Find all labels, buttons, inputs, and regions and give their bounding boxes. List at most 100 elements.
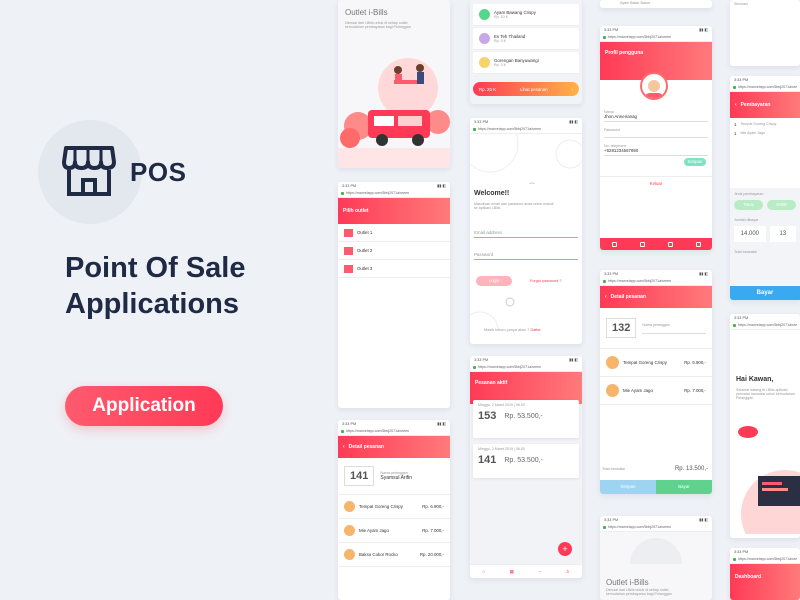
store-icon (62, 146, 116, 196)
outlet-item-2[interactable]: Outlet 2 (338, 242, 450, 260)
order-item: Mie Ayam Jago Rp. 7.000,- (338, 519, 450, 543)
menu-item[interactable]: Es Teh Thailand Rp. 5 K (473, 28, 579, 50)
lock-icon (473, 127, 476, 131)
profile-icon[interactable] (695, 241, 701, 247)
order-item: Mie Ayam Jago Rp. 7.000,- (600, 377, 712, 405)
password-field[interactable]: Password (474, 252, 578, 260)
lock-icon (603, 35, 606, 39)
avatar[interactable] (640, 72, 668, 100)
login-title: Welcome!! (474, 190, 510, 197)
outlet-title: Outlet i-Bills (345, 8, 388, 17)
calendar-icon[interactable]: ▦ (510, 569, 514, 575)
lock-icon (341, 191, 344, 195)
method-debit-button[interactable]: Debit (767, 200, 796, 210)
outlet-screen: Outlet i-Bills Dimulai dari i-Bills untu… (338, 0, 450, 168)
menu-item[interactable]: Ayam Bawang Crispy Rp. 10 K (473, 4, 579, 26)
top-fragment: Ayam Bakar Bakar (600, 0, 712, 8)
add-order-fab[interactable]: + (558, 542, 572, 556)
detail-pesanan-left-screen: 3:33 PM ▮▮ ◧ https://marvelapp.com/5bbj20… (338, 420, 450, 600)
action-bar: Simpan Bayar (600, 480, 712, 494)
lock-icon (473, 365, 476, 369)
order-card[interactable]: Minggu, 2 Maret 2019 | 06.00 141 Rp. 53.5… (473, 444, 579, 478)
outlet-title: Outlet i-Bills (606, 578, 649, 587)
lock-icon (341, 429, 344, 433)
history-icon[interactable]: ◔ (538, 569, 541, 574)
forgot-password-link[interactable]: Forgot password ? (530, 279, 561, 283)
profil-screen: 3:33 PM ▮▮ ◧ https://marvelapp.com/5bbj20… (600, 26, 712, 250)
brand-label: POS (130, 157, 187, 187)
top-fragment-right: Simulasi (730, 0, 800, 66)
profile-icon[interactable]: ♙ (566, 569, 570, 575)
cart-bar[interactable]: Rp. 25 K Lihat pesanan › (473, 82, 579, 96)
pilih-outlet-header: Pilih outlet (338, 198, 450, 224)
history-icon[interactable] (667, 241, 673, 247)
register-link[interactable]: Daftar (530, 328, 540, 332)
home-icon[interactable]: ⌂ (482, 569, 485, 574)
login-button[interactable]: Login (476, 276, 512, 286)
order-number: 132 (606, 318, 637, 338)
lock-icon (733, 323, 736, 327)
dashboard-screen: 3:33 PM https://marvelapp.com/5bbj2071a/… (730, 548, 800, 600)
status-time: 3:33 PM (342, 183, 357, 188)
store-icon (344, 228, 353, 237)
column-1: Outlet i-Bills Dimulai dari i-Bills untu… (338, 0, 452, 600)
save-button[interactable]: Simpan (684, 158, 706, 166)
name-field[interactable]: Jhon Annerianag (604, 114, 708, 122)
stage: POS Point Of Sale Applications Applicati… (0, 0, 800, 600)
outlet-item-1[interactable]: Outlet 1 (338, 224, 450, 242)
method-cash-button[interactable]: Tunai (734, 200, 763, 210)
back-arrow-icon[interactable]: ‹ (343, 444, 345, 450)
pay-button[interactable]: Bayar (656, 480, 712, 494)
customer-name: Syamsul Arifin (380, 475, 413, 481)
cloud-laptop-illustration (738, 426, 800, 534)
pembayaran-screen: 3:33 PM https://marvelapp.com/5bbj2071a/… (730, 76, 800, 300)
detail-pesanan-right-screen: 3:33 PM ▮▮ ◧ https://marvelapp.com/5bbj20… (600, 270, 712, 494)
bottom-tabbar (600, 238, 712, 250)
hai-text: Selamat datang di i-Bills aplikasi penca… (736, 388, 795, 400)
email-field[interactable]: Email address (474, 230, 578, 238)
outlet-bottom-screen: 3:33 PM ▮▮ ◧ https://marvelapp.com/5bbj20… (600, 516, 712, 600)
order-item: Tempat Goreng Crispy Rp. 6.900,- (600, 349, 712, 377)
register-prompt: Masih belum punya akun ? Daftar (484, 328, 541, 332)
column-4: Simulasi 3:33 PM https://marvelapp.com/5… (730, 0, 800, 600)
decor-circles (630, 538, 682, 564)
store-icon (344, 246, 353, 255)
application-tag-button[interactable]: Application (65, 386, 223, 426)
payment-panel: Jenis pembayaran Tunai Debit Jumlah diba… (730, 188, 800, 300)
column-3: Ayam Bakar Bakar 3:33 PM ▮▮ ◧ https://mar… (600, 0, 714, 600)
url-text: https://marvelapp.com/5bbj2071a/sreen (346, 191, 410, 195)
back-arrow-icon[interactable]: ‹ (605, 294, 607, 300)
column-2: Ayam Bawang Crispy Rp. 10 K Es Teh Thaila… (470, 0, 584, 600)
calendar-icon[interactable] (639, 241, 645, 247)
menu-item[interactable]: Gorengan Banyuwangi Rp. 3 K (473, 52, 579, 74)
food-truck-illustration (338, 58, 450, 168)
lock-icon (733, 85, 736, 89)
hai-title: Hai Kawan, (736, 376, 774, 383)
lock-icon (603, 279, 606, 283)
headline: Point Of Sale Applications (65, 252, 246, 320)
order-summary: 132 Nama pelanggan (600, 308, 712, 349)
menu-list-screen: Ayam Bawang Crispy Rp. 10 K Es Teh Thaila… (470, 0, 582, 104)
logout-button[interactable]: Keluar (600, 176, 712, 186)
password-field[interactable] (604, 132, 708, 138)
outlet-subtitle: Dimulai dari i-Bills untuk di setiap out… (606, 588, 672, 596)
save-button[interactable]: Simpan (600, 480, 656, 494)
amount-option[interactable]: 13 (769, 226, 796, 242)
order-item: Bakso Cokor Rocko Rp. 20.000,- (338, 543, 450, 567)
dashboard-header: Dashboard (730, 564, 800, 600)
pilih-outlet-screen: 3:33 PM ▮▮ ◧ https://marvelapp.com/5bbj20… (338, 182, 450, 408)
lock-icon (733, 557, 736, 561)
order-summary: 141 Nama pelanggan Syamsul Arifin (338, 458, 450, 495)
pay-button[interactable]: Bayar (730, 286, 800, 300)
outlet-subtitle: Dimulai dari i-Bills untuk di setiap out… (345, 21, 411, 29)
hai-kawan-screen: 3:33 PM https://marvelapp.com/5bbj2071a/… (730, 314, 800, 538)
phone-field[interactable]: +6281234567890 (604, 148, 708, 156)
amount-option[interactable]: 14.000 (734, 226, 766, 242)
pembayaran-header: ‹ Pembayaran (730, 92, 800, 118)
outlet-item-3[interactable]: Outlet 3 (338, 260, 450, 278)
order-card[interactable]: Minggu, 2 Maret 2019 | 06.00 153 Rp. 53.5… (473, 400, 579, 438)
detail-header: ‹ Detail pesanan (338, 436, 450, 458)
decor-circles-bottom (470, 297, 515, 330)
home-icon[interactable] (611, 241, 617, 247)
back-arrow-icon[interactable]: ‹ (735, 102, 737, 108)
